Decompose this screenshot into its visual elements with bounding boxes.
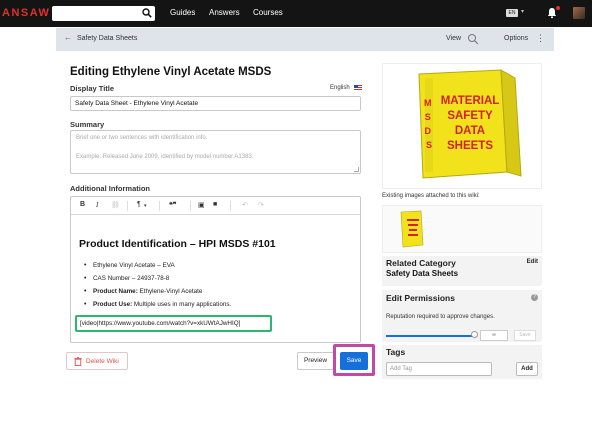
list-item: CAS Number – 24937-78-8 <box>83 272 231 285</box>
notification-badge <box>556 6 560 10</box>
permissions-description: Reputation required to approve changes. <box>386 314 495 320</box>
toolbar-divider <box>159 201 160 211</box>
toolbar-divider <box>230 201 231 211</box>
italic-button[interactable]: I <box>96 201 98 209</box>
edit-permissions-card: Edit Permissions ? Reputation required t… <box>382 290 542 342</box>
msds-binder-image: M S D S MATERIAL SAFETY DATA SHEETS <box>418 69 522 179</box>
delete-wiki-button[interactable]: Delete Wiki <box>66 352 128 370</box>
view-button[interactable]: View <box>446 35 461 42</box>
reputation-value-field[interactable]: ∞ <box>480 330 508 341</box>
image-icon[interactable]: ▣ <box>198 201 205 209</box>
breadcrumb-bar: ← Safety Data Sheets View Options ⋮ <box>56 28 554 51</box>
top-navigation-bar: ANSAW Guides Answers Courses EN ▾ <box>0 0 592 27</box>
binder-cover-line-3: DATA <box>455 125 485 137</box>
quote-icon[interactable]: ❝❞ <box>169 201 177 209</box>
video-icon[interactable]: ■ <box>213 201 217 208</box>
related-category-value[interactable]: Safety Data Sheets <box>386 269 458 278</box>
related-category-title: Related Category <box>386 258 456 268</box>
summary-textarea[interactable]: Brief one or two sentences with identifi… <box>70 130 361 174</box>
trash-icon <box>74 357 82 366</box>
video-embed-highlight: [video|https://www.youtube.com/watch?v=x… <box>75 315 272 332</box>
additional-information-label: Additional Information <box>70 184 150 193</box>
undo-icon[interactable]: ↶ <box>242 201 248 209</box>
editor-toolbar: B I ⛓ ¶ ▾ ❝❞ ▣ ■ ↶ ↷ <box>71 197 360 215</box>
delete-wiki-label: Delete Wiki <box>86 358 119 365</box>
tags-title: Tags <box>386 347 406 357</box>
chevron-down-icon: ▾ <box>521 9 525 15</box>
page-title: Editing Ethylene Vinyl Acetate MSDS <box>70 66 272 78</box>
site-logo[interactable]: ANSAW <box>2 7 50 19</box>
nav-courses[interactable]: Courses <box>253 8 283 17</box>
add-tag-input[interactable]: Add Tag <box>386 362 492 376</box>
back-arrow-icon[interactable]: ← <box>64 33 72 42</box>
search-input[interactable] <box>52 6 155 21</box>
language-label[interactable]: English <box>330 85 350 91</box>
resize-handle-icon[interactable] <box>354 167 359 172</box>
redo-icon[interactable]: ↷ <box>258 201 264 209</box>
search-icon[interactable] <box>142 8 152 18</box>
existing-images-label: Existing images attached to this wiki: <box>382 193 480 199</box>
binder-cover-line-1: MATERIAL <box>441 95 500 107</box>
list-item: Product Use: Multiple uses in many appli… <box>83 298 231 311</box>
breadcrumb[interactable]: Safety Data Sheets <box>77 35 137 42</box>
kebab-menu-icon[interactable]: ⋮ <box>536 33 545 44</box>
tags-card: Tags Add Tag Add <box>382 345 542 379</box>
summary-placeholder-line-1: Brief one or two sentences with identifi… <box>76 135 208 141</box>
content-bullet-list: Ethylene Vinyl Acetate – EVA CAS Number … <box>83 259 231 311</box>
help-icon[interactable]: ? <box>531 294 538 301</box>
binder-cover-line-4: SHEETS <box>447 140 493 152</box>
nav-guides[interactable]: Guides <box>170 8 195 17</box>
save-button[interactable]: Save <box>340 352 368 370</box>
preview-button[interactable]: Preview <box>297 352 334 370</box>
magnifier-icon[interactable] <box>467 33 479 45</box>
list-item: Product Name: Ethylene-Vinyl Acetate <box>83 285 231 298</box>
chevron-down-icon[interactable]: ▾ <box>144 203 147 209</box>
video-embed-code[interactable]: [video|https://www.youtube.com/watch?v=x… <box>80 320 240 327</box>
language-selector[interactable]: EN <box>506 9 518 17</box>
toolbar-divider <box>127 201 128 211</box>
bold-button[interactable]: B <box>80 201 85 208</box>
paragraph-format-icon[interactable]: ¶ <box>137 201 141 208</box>
content-heading: Product Identification – HPI MSDS #101 <box>79 238 276 250</box>
summary-placeholder-line-2: Example: Released June 2009, identified … <box>76 154 254 160</box>
link-icon[interactable]: ⛓ <box>111 201 120 209</box>
reputation-slider-track[interactable] <box>386 335 474 337</box>
display-title-label: Display Title <box>70 84 115 93</box>
msds-binder-thumbnail[interactable] <box>397 210 427 248</box>
toolbar-divider <box>190 201 191 211</box>
existing-images-strip <box>382 205 542 253</box>
options-button[interactable]: Options <box>504 35 528 42</box>
related-category-edit-link[interactable]: Edit <box>527 259 538 265</box>
binder-cover-line-2: SAFETY <box>447 110 493 122</box>
permissions-save-button[interactable]: Save <box>514 330 536 341</box>
main-wiki-image[interactable]: M S D S MATERIAL SAFETY DATA SHEETS <box>382 63 542 189</box>
rich-text-editor[interactable]: B I ⛓ ¶ ▾ ❝❞ ▣ ■ ↶ ↷ Product Identificat… <box>70 196 361 343</box>
list-item: Ethylene Vinyl Acetate – EVA <box>83 259 231 272</box>
us-flag-icon <box>354 85 362 91</box>
nav-answers[interactable]: Answers <box>209 8 240 17</box>
related-category-card: Related Category Edit Safety Data Sheets <box>382 256 542 286</box>
reputation-slider-handle[interactable] <box>471 331 478 338</box>
add-tag-button[interactable]: Add <box>516 362 538 376</box>
user-avatar[interactable] <box>573 7 585 19</box>
edit-permissions-title: Edit Permissions <box>386 293 455 303</box>
summary-label: Summary <box>70 120 105 129</box>
display-title-input[interactable]: Safety Data Sheet - Ethylene Vinyl Aceta… <box>70 96 361 111</box>
